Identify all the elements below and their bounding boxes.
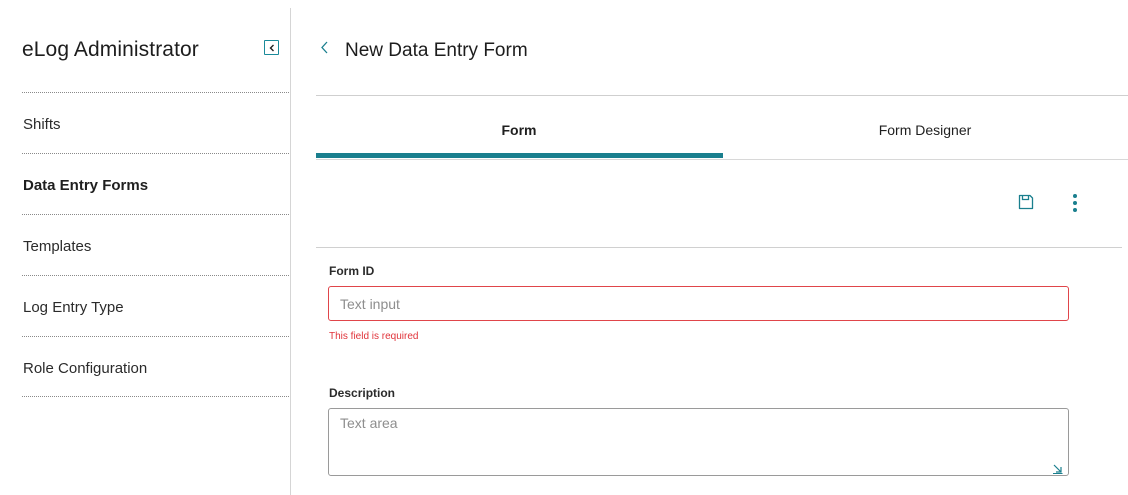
sidebar-item-log-entry-type[interactable]: Log Entry Type: [22, 275, 291, 336]
form-id-label: Form ID: [329, 264, 375, 278]
chevron-left-icon: [321, 41, 328, 54]
form-id-input[interactable]: [328, 286, 1069, 321]
description-label: Description: [329, 386, 396, 400]
toolbar-divider: [316, 247, 1122, 248]
chevron-left-icon: [269, 44, 274, 51]
sidebar: eLog Administrator Shifts Data Entry For…: [0, 0, 291, 495]
sidebar-item-label: Templates: [23, 238, 92, 255]
resize-handle-icon[interactable]: [1052, 461, 1063, 474]
description-textarea[interactable]: [328, 408, 1069, 476]
tab-form[interactable]: Form: [316, 96, 722, 159]
more-vertical-icon: [1073, 194, 1077, 198]
sidebar-item-templates[interactable]: Templates: [22, 214, 291, 275]
sidebar-divider: [290, 8, 291, 495]
more-vertical-icon: [1073, 201, 1077, 205]
more-vertical-icon: [1073, 208, 1077, 212]
sidebar-collapse-button[interactable]: [264, 40, 279, 55]
tab-bar: Form Form Designer: [316, 96, 1128, 160]
back-button[interactable]: [318, 38, 332, 58]
sidebar-item-label: Role Configuration: [23, 360, 148, 377]
form-id-error: This field is required: [329, 331, 419, 342]
tab-form-designer[interactable]: Form Designer: [722, 96, 1128, 159]
more-options-button[interactable]: [1068, 192, 1082, 214]
sidebar-item-label: Log Entry Type: [23, 299, 124, 316]
save-button[interactable]: [1017, 193, 1035, 211]
sidebar-item-role-configuration[interactable]: Role Configuration: [22, 336, 291, 397]
sidebar-nav: Shifts Data Entry Forms Templates Log En…: [22, 92, 291, 397]
sidebar-title: eLog Administrator: [22, 38, 199, 61]
sidebar-item-data-entry-forms[interactable]: Data Entry Forms: [22, 153, 291, 214]
sidebar-item-label: Shifts: [23, 116, 61, 133]
page-title: New Data Entry Form: [345, 40, 528, 61]
sidebar-header: eLog Administrator: [22, 38, 282, 66]
save-icon: [1018, 194, 1034, 210]
tabs-divider: [316, 159, 1128, 160]
sidebar-item-label: Data Entry Forms: [23, 177, 149, 194]
active-tab-indicator: [316, 153, 723, 158]
sidebar-item-shifts[interactable]: Shifts: [22, 92, 291, 153]
